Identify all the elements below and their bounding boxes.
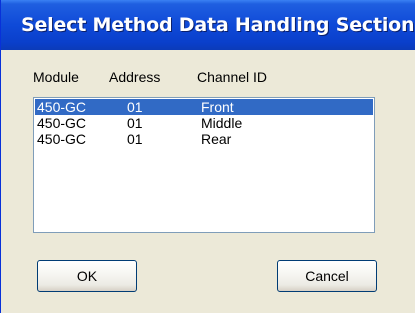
list-item[interactable]: 450-GC 01 Rear xyxy=(35,131,373,147)
cancel-button[interactable]: Cancel xyxy=(277,260,377,292)
list-item-address: 01 xyxy=(127,99,143,115)
list-item[interactable]: 450-GC 01 Middle xyxy=(35,115,373,131)
window-title: Select Method Data Handling Section xyxy=(21,14,415,36)
list-item-channel-id: Front xyxy=(201,99,234,115)
column-header-address: Address xyxy=(109,69,161,85)
channel-listbox[interactable]: 450-GC 01 Front 450-GC 01 Middle 450-GC … xyxy=(33,97,375,233)
list-item-channel-id: Middle xyxy=(201,115,243,131)
dialog-window: Select Method Data Handling Section Modu… xyxy=(0,0,415,313)
list-item-address: 01 xyxy=(127,115,143,131)
list-item-module: 450-GC xyxy=(37,99,87,115)
list-item-channel-id: Rear xyxy=(201,131,232,147)
ok-button[interactable]: OK xyxy=(37,260,137,292)
column-header-module: Module xyxy=(33,69,79,85)
list-item-module: 450-GC xyxy=(37,115,87,131)
list-item-module: 450-GC xyxy=(37,131,87,147)
column-header-channel-id: Channel ID xyxy=(197,69,268,85)
title-bar[interactable]: Select Method Data Handling Section xyxy=(1,0,415,50)
list-item-address: 01 xyxy=(127,131,143,147)
list-item[interactable]: 450-GC 01 Front xyxy=(35,99,373,115)
